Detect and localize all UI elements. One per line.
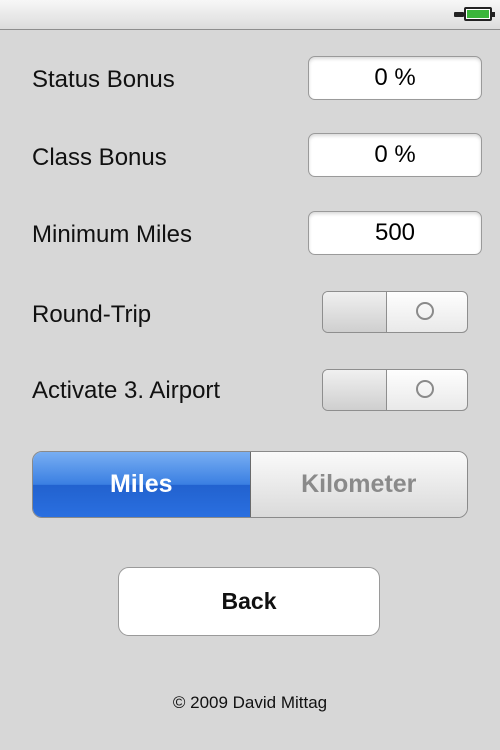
segment-miles[interactable]: Miles [33,452,251,517]
copyright-text: © 2009 David Mittag [172,693,328,712]
battery-charging-icon [454,7,495,21]
segment-kilometer[interactable]: Kilometer [250,452,467,517]
third-airport-switch[interactable] [322,369,468,411]
third-airport-label: Activate 3. Airport [32,377,221,404]
status-bonus-label: Status Bonus [32,66,175,93]
minimum-miles-field[interactable]: 500 [308,211,482,255]
class-bonus-field[interactable]: 0 % [308,133,482,177]
switch-knob[interactable] [323,292,387,332]
units-segmented-control: Miles Kilometer [32,451,468,518]
round-trip-switch[interactable] [322,291,468,333]
off-circle-icon [416,380,434,398]
status-bar [0,0,500,30]
status-bonus-field[interactable]: 0 % [308,56,482,100]
back-button[interactable]: Back [118,567,380,636]
off-circle-icon [416,302,434,320]
switch-knob[interactable] [323,370,387,410]
minimum-miles-label: Minimum Miles [32,221,193,248]
class-bonus-label: Class Bonus [32,144,167,171]
round-trip-label: Round-Trip [32,301,152,328]
